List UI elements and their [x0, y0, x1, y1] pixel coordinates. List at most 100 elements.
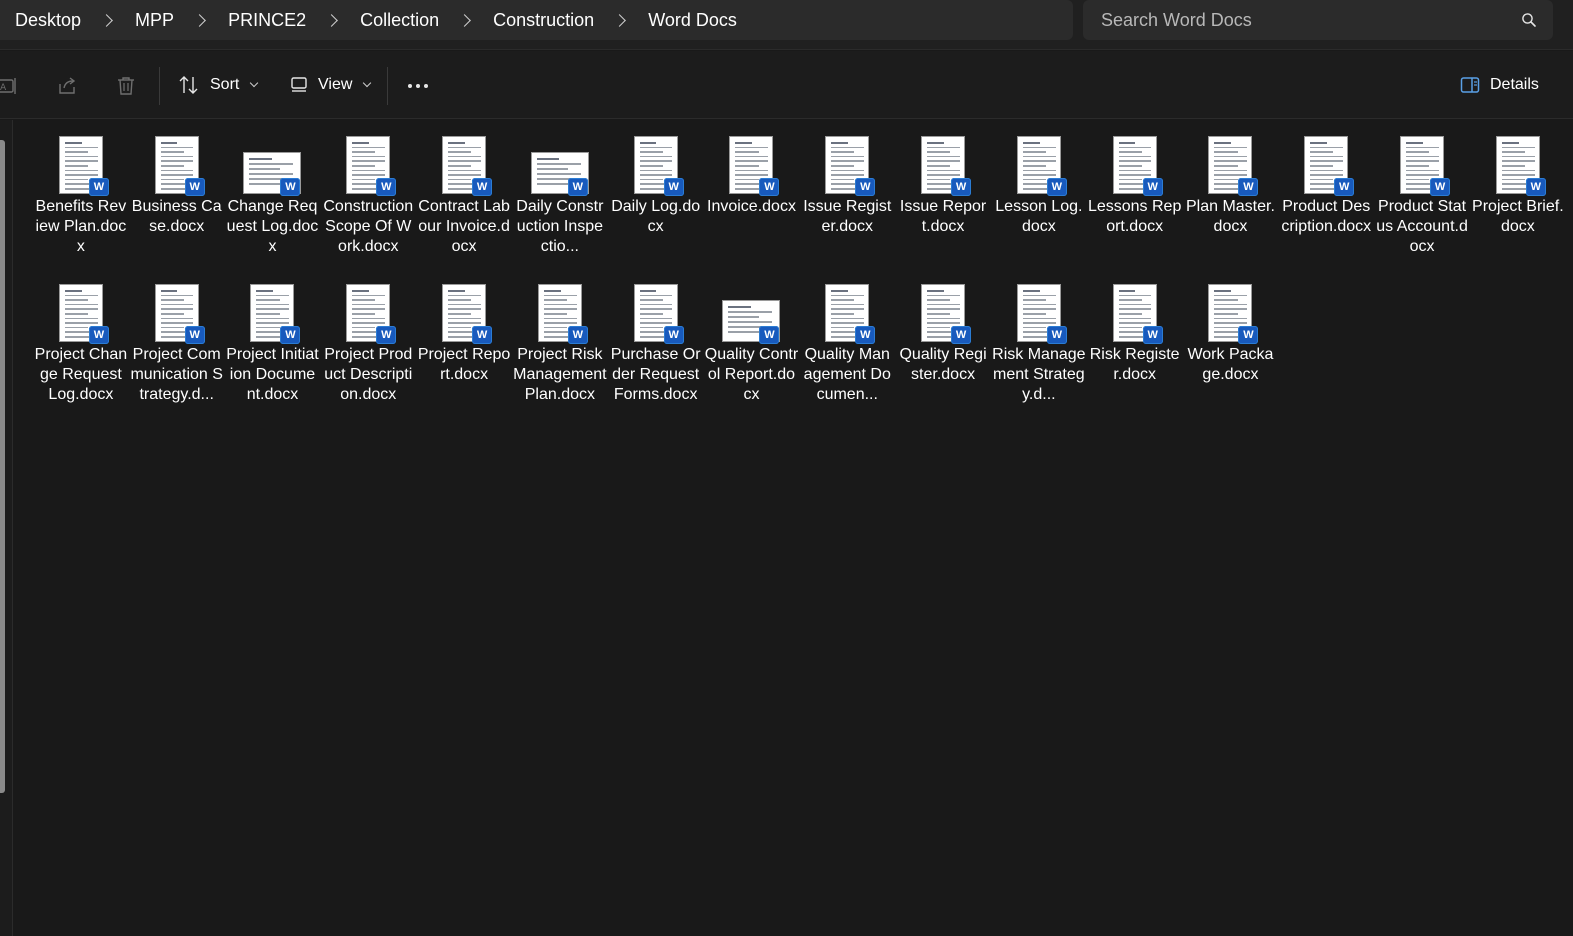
file-name: Issue Register.docx: [803, 198, 892, 235]
file-item[interactable]: W Project Communication Strategy.d...: [129, 274, 225, 422]
more-icon[interactable]: [405, 73, 431, 99]
file-thumbnail: W: [1390, 126, 1454, 196]
word-icon: W: [951, 178, 972, 196]
chevron-right-icon: [193, 13, 206, 27]
word-icon: W: [1142, 326, 1163, 344]
toolbar-divider: [387, 67, 388, 105]
word-icon: W: [567, 326, 588, 344]
file-item[interactable]: W Invoice.docx: [704, 126, 800, 274]
file-item[interactable]: W Issue Report.docx: [895, 126, 991, 274]
file-item[interactable]: W Project Product Description.docx: [320, 274, 416, 422]
command-bar: A Sort View Details: [0, 51, 1573, 119]
file-item[interactable]: W Daily Log.docx: [608, 126, 704, 274]
toolbar-divider: [159, 67, 160, 105]
file-thumbnail: W: [1198, 126, 1262, 196]
chevron-right-icon: [100, 13, 113, 27]
word-icon: W: [1430, 178, 1451, 196]
chevron-right-icon: [458, 13, 472, 27]
file-item[interactable]: W Work Package.docx: [1183, 274, 1279, 422]
view-button[interactable]: View: [290, 69, 372, 101]
file-item[interactable]: W Plan Master.docx: [1183, 126, 1279, 274]
file-item[interactable]: W Product Status Account.docx: [1374, 126, 1470, 274]
delete-icon[interactable]: [113, 73, 139, 99]
file-name: Construction Scope Of Work.docx: [323, 198, 414, 255]
file-thumbnail: W: [336, 274, 400, 344]
breadcrumb-item[interactable]: PRINCE2: [228, 10, 306, 31]
file-item[interactable]: W Quality Register.docx: [895, 274, 991, 422]
search-input[interactable]: [1101, 9, 1515, 31]
file-name: Contract Labour Invoice.docx: [418, 198, 510, 255]
file-thumbnail: W: [1007, 126, 1071, 196]
word-icon: W: [376, 326, 397, 344]
breadcrumb-item[interactable]: MPP: [135, 10, 174, 31]
file-name: Project Communication Strategy.d...: [130, 346, 223, 403]
breadcrumb-item[interactable]: Desktop: [15, 10, 81, 31]
file-item[interactable]: W Product Description.docx: [1278, 126, 1374, 274]
sort-button[interactable]: Sort: [178, 69, 259, 101]
chevron-down-icon: [363, 78, 372, 88]
file-item[interactable]: W Issue Register.docx: [799, 126, 895, 274]
word-icon: W: [472, 178, 493, 196]
navigation-scrollbar[interactable]: [0, 140, 5, 793]
file-thumbnail: W: [719, 126, 783, 196]
file-item[interactable]: W Project Change Request Log.docx: [33, 274, 129, 422]
file-thumbnail: W: [911, 126, 975, 196]
word-icon: W: [663, 326, 684, 344]
word-icon: W: [1142, 178, 1163, 196]
file-name: Project Risk Management Plan.docx: [513, 346, 607, 403]
word-icon: W: [1525, 178, 1546, 196]
share-icon[interactable]: [54, 73, 80, 99]
file-item[interactable]: W Business Case.docx: [129, 126, 225, 274]
breadcrumb-item[interactable]: Word Docs: [648, 10, 737, 31]
breadcrumb-item[interactable]: Construction: [493, 10, 594, 31]
file-name: Project Report.docx: [417, 346, 511, 383]
search-icon[interactable]: [1515, 6, 1543, 34]
file-name: Benefits Review Plan.docx: [35, 198, 127, 255]
breadcrumb-item[interactable]: Collection: [360, 10, 439, 31]
file-item[interactable]: W Lesson Log.docx: [991, 126, 1087, 274]
svg-text:A: A: [0, 83, 7, 93]
search-box[interactable]: [1083, 0, 1553, 40]
file-item[interactable]: W Purchase Order Request Forms.docx: [608, 274, 704, 422]
file-thumbnail: W: [240, 274, 304, 344]
file-item[interactable]: W Contract Labour Invoice.docx: [416, 126, 512, 274]
file-name: Risk Management Strategy.d...: [992, 346, 1086, 403]
file-thumbnail: W: [240, 126, 304, 196]
file-item[interactable]: W Lessons Report.docx: [1087, 126, 1183, 274]
word-icon: W: [663, 178, 684, 196]
file-item[interactable]: W Change Request Log.docx: [225, 126, 321, 274]
rename-icon[interactable]: A: [0, 73, 20, 99]
file-name: Project Change Request Log.docx: [34, 346, 128, 403]
word-icon: W: [759, 326, 780, 344]
file-item[interactable]: W Daily Construction Inspectio...: [512, 126, 608, 274]
file-item[interactable]: W Quality Management Documen...: [799, 274, 895, 422]
file-name: Quality Control Report.docx: [704, 346, 799, 403]
sort-icon: [179, 76, 198, 94]
sort-label: Sort: [210, 76, 240, 93]
word-icon: W: [376, 178, 397, 196]
breadcrumb: Desktop MPP PRINCE2 Collection Construction W…: [0, 0, 1073, 40]
file-name: Quality Management Documen...: [803, 346, 891, 403]
file-thumbnail: W: [624, 126, 688, 196]
word-icon: W: [855, 326, 876, 344]
file-item[interactable]: W Project Initiation Document.docx: [225, 274, 321, 422]
file-name: Purchase Order Request Forms.docx: [610, 346, 701, 403]
file-name: Project Initiation Document.docx: [226, 346, 319, 403]
word-icon: W: [759, 178, 780, 196]
file-item[interactable]: W Project Report.docx: [416, 274, 512, 422]
file-thumbnail: W: [432, 274, 496, 344]
file-item[interactable]: W Project Brief.docx: [1470, 126, 1566, 274]
file-item[interactable]: W Project Risk Management Plan.docx: [512, 274, 608, 422]
file-item[interactable]: W Construction Scope Of Work.docx: [320, 126, 416, 274]
file-name: Issue Report.docx: [899, 198, 987, 235]
file-item[interactable]: W Benefits Review Plan.docx: [33, 126, 129, 274]
details-pane-icon: [1460, 77, 1480, 93]
file-item[interactable]: W Risk Management Strategy.d...: [991, 274, 1087, 422]
view-icon: [291, 77, 307, 92]
file-name: Work Package.docx: [1187, 346, 1274, 383]
file-grid: W Benefits Review Plan.docx W Business Case…: [33, 126, 1573, 422]
file-item[interactable]: W Quality Control Report.docx: [704, 274, 800, 422]
chevron-down-icon: [250, 78, 259, 88]
details-button[interactable]: Details: [1460, 69, 1539, 101]
file-item[interactable]: W Risk Register.docx: [1087, 274, 1183, 422]
